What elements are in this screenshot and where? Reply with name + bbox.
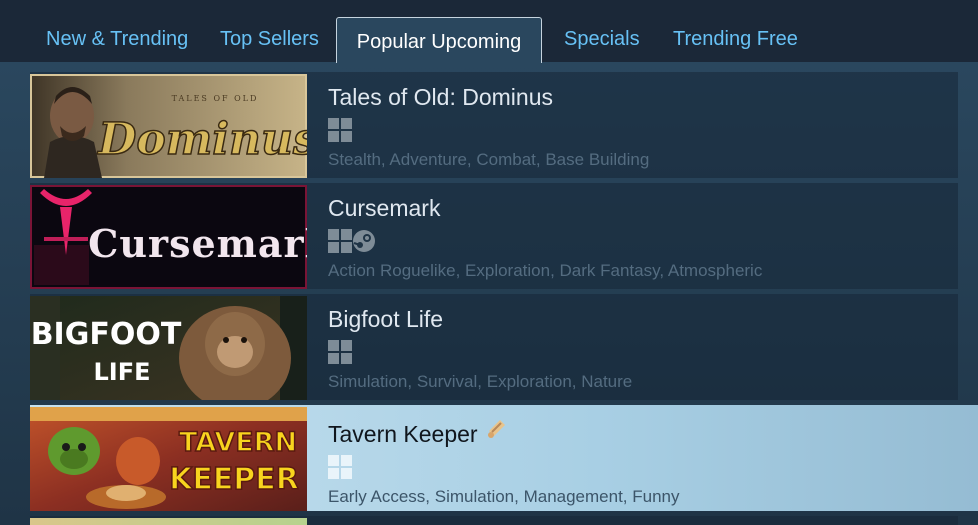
game-title: Cursemark bbox=[328, 195, 441, 221]
windows-icon bbox=[328, 339, 352, 369]
svg-text:KEEPER: KEEPER bbox=[169, 462, 299, 497]
tab-top-sellers[interactable]: Top Sellers bbox=[220, 28, 319, 51]
game-title-text: Tavern Keeper bbox=[328, 421, 478, 447]
tab-trending-free[interactable]: Trending Free bbox=[673, 28, 798, 51]
platform-icons bbox=[328, 117, 649, 147]
windows-icon bbox=[328, 454, 352, 484]
game-row-tavern-keeper[interactable]: TAVERN KEEPER Tavern Keeper Early Access… bbox=[30, 405, 978, 511]
platform-icons bbox=[328, 339, 632, 369]
game-title: Tales of Old: Dominus bbox=[328, 84, 553, 110]
svg-text:TAVERN: TAVERN bbox=[179, 427, 297, 458]
steam-icon bbox=[352, 229, 376, 258]
game-info: Tavern Keeper Early Access, Simulation, … bbox=[328, 417, 680, 507]
early-access-icon bbox=[486, 417, 508, 445]
svg-text:TALES OF OLD: TALES OF OLD bbox=[172, 94, 259, 103]
platform-icons bbox=[328, 228, 762, 258]
store-page: New & Trending Top Sellers Popular Upcom… bbox=[0, 0, 978, 525]
game-info: Bigfoot Life Simulation, Survival, Explo… bbox=[328, 306, 632, 392]
game-capsule-image[interactable]: TALES OF OLD Dominus bbox=[30, 74, 307, 178]
game-capsule-image[interactable]: TAVERN KEEPER bbox=[30, 407, 307, 511]
game-title: Bigfoot Life bbox=[328, 306, 444, 332]
svg-text:Dominus: Dominus bbox=[96, 114, 307, 165]
tab-new-trending[interactable]: New & Trending bbox=[46, 28, 188, 51]
tab-specials[interactable]: Specials bbox=[564, 28, 640, 51]
svg-text:BIGFOOT: BIGFOOT bbox=[31, 317, 182, 352]
game-capsule-image[interactable]: BIGFOOT LIFE bbox=[30, 296, 307, 400]
tavern-keeper-capsule-art: TAVERN KEEPER bbox=[30, 407, 307, 511]
game-row-cursemark[interactable]: Cursemark Cursemark bbox=[30, 183, 958, 289]
game-row-partial[interactable] bbox=[30, 516, 958, 525]
game-row-bigfoot-life[interactable]: BIGFOOT LIFE Bigfoot Life Simulation, Su… bbox=[30, 294, 958, 400]
bigfoot-capsule-art: BIGFOOT LIFE bbox=[30, 296, 307, 400]
game-capsule-image[interactable] bbox=[30, 518, 307, 525]
game-row-tales-of-old-dominus[interactable]: TALES OF OLD Dominus Tales of Old: Domin… bbox=[30, 72, 958, 178]
svg-text:Cursemark: Cursemark bbox=[88, 221, 307, 266]
dominus-capsule-art: TALES OF OLD Dominus bbox=[30, 74, 307, 178]
game-capsule-image[interactable]: Cursemark bbox=[30, 185, 307, 289]
platform-icons bbox=[328, 454, 680, 484]
game-info: Cursemark Action Roguelike, Exploration,… bbox=[328, 195, 762, 281]
tab-bar: New & Trending Top Sellers Popular Upcom… bbox=[0, 0, 978, 63]
svg-text:LIFE: LIFE bbox=[93, 358, 150, 386]
game-tags: Early Access, Simulation, Management, Fu… bbox=[328, 487, 680, 506]
game-tags: Simulation, Survival, Exploration, Natur… bbox=[328, 372, 633, 391]
windows-icon bbox=[328, 117, 352, 147]
windows-icon bbox=[328, 228, 352, 258]
game-info: Tales of Old: Dominus Stealth, Adventure… bbox=[328, 84, 649, 170]
partial-capsule-art bbox=[30, 518, 307, 525]
game-tags: Action Roguelike, Exploration, Dark Fant… bbox=[328, 261, 763, 280]
cursemark-capsule-art: Cursemark bbox=[30, 185, 307, 289]
game-tags: Stealth, Adventure, Combat, Base Buildin… bbox=[328, 150, 650, 169]
tab-popular-upcoming[interactable]: Popular Upcoming bbox=[336, 17, 542, 63]
game-title: Tavern Keeper bbox=[328, 417, 680, 448]
